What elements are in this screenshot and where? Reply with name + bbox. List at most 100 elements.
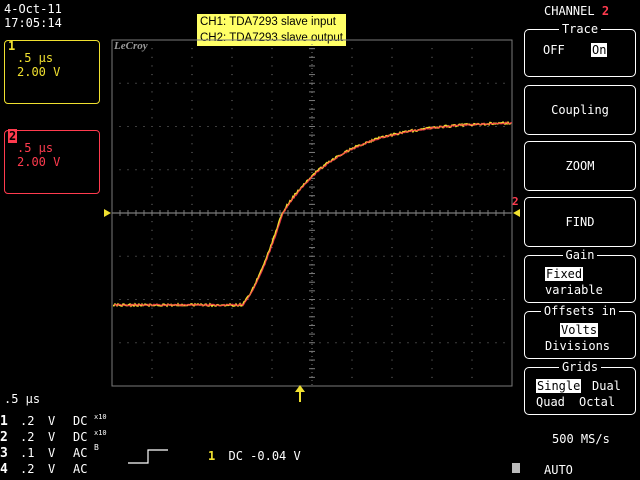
grid-dot — [272, 386, 273, 387]
grid-dot — [416, 83, 417, 84]
grids-selector[interactable]: Grids Single Dual Quad Octal — [524, 367, 636, 415]
grid-dot — [352, 221, 353, 222]
grid-dot — [392, 368, 393, 369]
trace-toggle[interactable]: Trace OFF On — [524, 29, 636, 77]
grid-dot — [464, 169, 465, 170]
grid-dot — [456, 256, 457, 257]
grid-dot — [192, 282, 193, 283]
grid-dot — [216, 299, 217, 300]
grid-dot — [392, 273, 393, 274]
trace-on[interactable]: On — [591, 43, 607, 57]
grid-dot — [200, 342, 201, 343]
grid-dot — [424, 342, 425, 343]
offsets-divisions[interactable]: Divisions — [545, 339, 610, 353]
grid-dot — [392, 264, 393, 265]
grid-dot — [192, 65, 193, 66]
grid-dot — [152, 282, 153, 283]
grid-dot — [432, 109, 433, 110]
grid-dot — [304, 83, 305, 84]
grid-dot — [464, 299, 465, 300]
grid-dot — [144, 169, 145, 170]
grid-quad[interactable]: Quad — [536, 395, 565, 409]
grid-dot — [136, 126, 137, 127]
grid-dot — [368, 256, 369, 257]
grid-dot — [352, 282, 353, 283]
grid-dot — [472, 377, 473, 378]
grid-dot — [184, 126, 185, 127]
grid-dot — [272, 282, 273, 283]
grid-dot — [336, 256, 337, 257]
grid-dot — [352, 273, 353, 274]
gain-variable[interactable]: variable — [545, 283, 603, 297]
grid-dot — [272, 299, 273, 300]
grid-dot — [240, 126, 241, 127]
grid-dot — [120, 299, 121, 300]
offsets-volts[interactable]: Volts — [560, 323, 598, 337]
grid-dot — [152, 74, 153, 75]
grid-dot — [432, 247, 433, 248]
grid-dot — [432, 368, 433, 369]
grid-dot — [432, 204, 433, 205]
grid-dot — [472, 368, 473, 369]
grid-dual[interactable]: Dual — [592, 379, 621, 393]
gain-fixed[interactable]: Fixed — [545, 267, 583, 281]
zoom-button[interactable]: ZOOM — [524, 141, 636, 191]
gain-selector[interactable]: Gain Fixed variable — [524, 255, 636, 303]
row-unit: V — [48, 446, 55, 460]
grid-dot — [352, 187, 353, 188]
grid-dot — [192, 238, 193, 239]
grid-dot — [352, 351, 353, 352]
grid-dot — [192, 117, 193, 118]
grid-dot — [280, 342, 281, 343]
grid-dot — [120, 83, 121, 84]
grid-dot — [192, 57, 193, 58]
grid-dot — [392, 126, 393, 127]
grid-dot — [424, 126, 425, 127]
grid-dot — [360, 342, 361, 343]
grid-dot — [160, 256, 161, 257]
grid-dot — [304, 342, 305, 343]
grid-dot — [232, 351, 233, 352]
timebase-status: .5 μs — [4, 392, 40, 406]
channel-row[interactable]: 4 .2 V AC — [0, 462, 120, 477]
grid-dot — [280, 299, 281, 300]
grid-dot — [152, 316, 153, 317]
grid-single[interactable]: Single — [536, 379, 581, 393]
channel-row[interactable]: 2 .2 V DC x10 — [0, 430, 120, 445]
grid-dot — [272, 91, 273, 92]
grid-dot — [152, 135, 153, 136]
grid-dot — [360, 299, 361, 300]
grid-dot — [432, 117, 433, 118]
grid-dot — [448, 169, 449, 170]
channel-row[interactable]: 1 .2 V DC x10 — [0, 414, 120, 429]
trace-off[interactable]: OFF — [543, 43, 565, 57]
grid-dot — [432, 351, 433, 352]
grid-dot — [152, 247, 153, 248]
grid-dot — [480, 299, 481, 300]
grid-dot — [352, 195, 353, 196]
grid-dot — [152, 195, 153, 196]
find-button[interactable]: FIND — [524, 197, 636, 247]
grid-dot — [472, 230, 473, 231]
grid-dot — [144, 126, 145, 127]
grid-dot — [264, 126, 265, 127]
grid-dot — [192, 273, 193, 274]
grid-dot — [232, 161, 233, 162]
coupling-button[interactable]: Coupling — [524, 85, 636, 135]
grid-dot — [248, 169, 249, 170]
grid-dot — [328, 83, 329, 84]
offsets-selector[interactable]: Offsets in Volts Divisions — [524, 311, 636, 359]
grid-dot — [408, 126, 409, 127]
grid-dot — [488, 256, 489, 257]
grid-dot — [224, 126, 225, 127]
grid-octal[interactable]: Octal — [579, 395, 615, 409]
grid-dot — [384, 256, 385, 257]
grid-dot — [336, 83, 337, 84]
grid-dot — [152, 299, 153, 300]
grid-dot — [112, 169, 113, 170]
grid-dot — [184, 83, 185, 84]
channel-row[interactable]: 3 .1 V AC B — [0, 446, 120, 461]
grid-dot — [152, 204, 153, 205]
grid-dot — [408, 83, 409, 84]
grid-dot — [432, 264, 433, 265]
